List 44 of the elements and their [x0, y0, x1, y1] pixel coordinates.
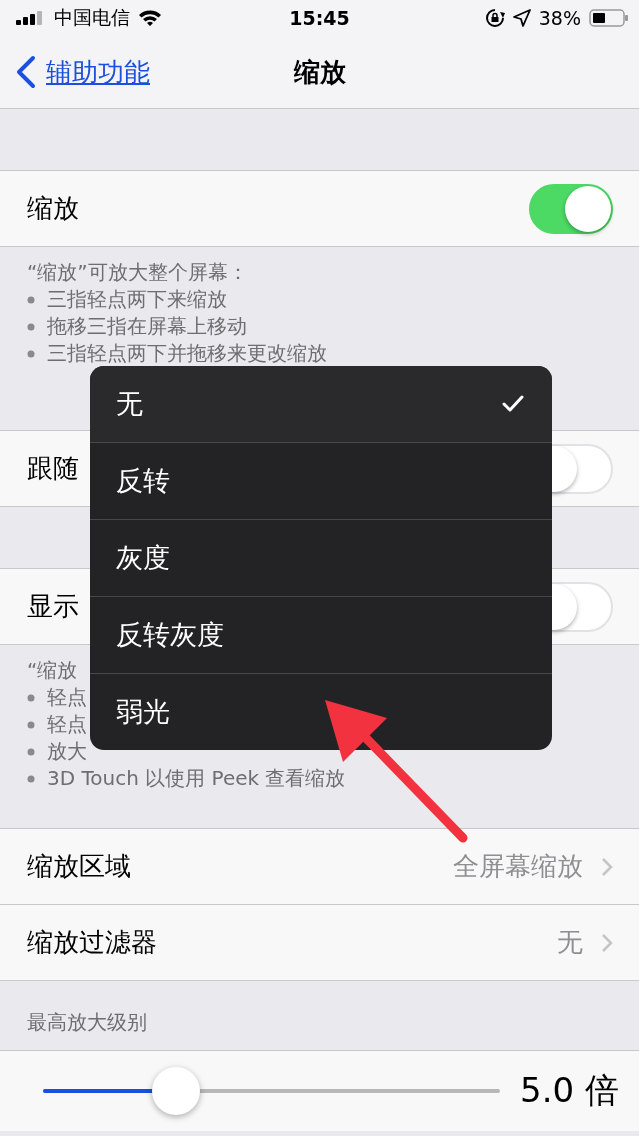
location-icon [512, 9, 531, 27]
setting-label: 缩放过滤器 [27, 926, 157, 959]
bullet-icon [27, 774, 35, 783]
rotation-lock-icon [484, 8, 505, 28]
menu-item[interactable]: 反转 [90, 443, 552, 520]
footer-text: 三指轻点两下并拖移来更改缩放 [47, 340, 327, 367]
footer-text: 放大 [47, 738, 87, 765]
menu-item[interactable]: 弱光 [90, 674, 552, 750]
footer-text: 轻点 [47, 684, 87, 711]
toggle-switch[interactable] [529, 183, 613, 234]
menu-item[interactable]: 无 [90, 366, 552, 443]
setting-label: 缩放区域 [27, 850, 131, 883]
bullet-icon [27, 295, 35, 304]
bullet-icon [27, 747, 35, 756]
bullet-icon [27, 322, 35, 331]
page-title: 缩放 [293, 55, 346, 89]
bullet-icon [27, 693, 35, 702]
setting-label: 显示 [27, 590, 79, 623]
wifi-icon [138, 9, 162, 27]
checkmark-icon [502, 395, 524, 413]
slider-value: 5.0 倍 [520, 1069, 619, 1112]
footer-text: “缩放 [27, 658, 78, 682]
bullet-icon [27, 720, 35, 729]
chevron-icon [601, 856, 613, 877]
status-time: 15:45 [289, 7, 350, 29]
battery-icon [589, 8, 629, 28]
bullet-icon [27, 349, 35, 358]
footer-text: 轻点 [47, 711, 87, 738]
zoom-slider[interactable] [43, 1067, 501, 1115]
footer-text: 拖移三指在屏幕上移动 [47, 313, 247, 340]
setting-value: 无 [557, 926, 583, 959]
setting-label: 跟随 [27, 452, 79, 485]
menu-item[interactable]: 灰度 [90, 520, 552, 597]
battery-percent: 38% [538, 7, 581, 29]
chevron-icon [601, 932, 613, 953]
footer-text: 3D Touch 以使用 Peek 查看缩放 [47, 765, 346, 792]
back-chevron-icon [14, 55, 38, 89]
section-header: 最高放大级别 [27, 1009, 147, 1036]
footer-text: 三指轻点两下来缩放 [47, 286, 227, 313]
carrier-name: 中国电信 [54, 5, 130, 30]
setting-value: 全屏幕缩放 [453, 850, 583, 883]
footer-text: “缩放”可放大整个屏幕： [27, 260, 248, 284]
setting-label: 缩放 [27, 192, 79, 225]
menu-item[interactable]: 反转灰度 [90, 597, 552, 674]
